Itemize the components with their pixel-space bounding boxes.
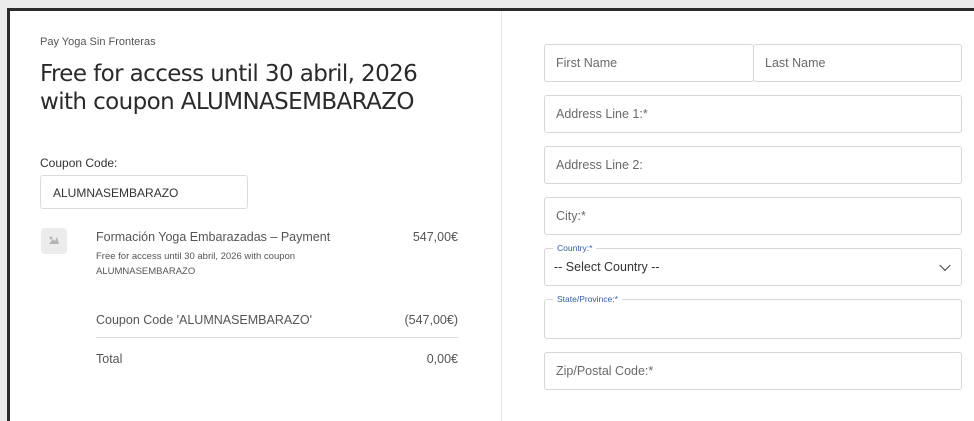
product-name: Formación Yoga Embarazadas – Payment (96, 230, 331, 244)
last-name-placeholder: Last Name (765, 56, 826, 70)
product-placeholder-icon (41, 228, 67, 254)
first-name-field[interactable]: First Name (544, 44, 754, 82)
coupon-discount-label: Coupon Code 'ALUMNASEMBARAZO' (96, 313, 312, 327)
zip-postal-field[interactable]: Zip/Postal Code:* (544, 352, 962, 390)
order-summary: Pay Yoga Sin Fronteras Free for access u… (40, 36, 470, 366)
total-value: 0,00€ (426, 352, 458, 366)
coupon-label: Coupon Code: (40, 156, 118, 170)
country-label: Country:* (553, 242, 597, 254)
product-description: Free for access until 30 abril, 2026 wit… (96, 251, 296, 277)
address-line2-field[interactable]: Address Line 2: (544, 146, 962, 184)
first-name-placeholder: First Name (556, 56, 618, 70)
city-placeholder: City:* (556, 209, 586, 223)
product-price: 547,00€ (412, 230, 458, 244)
address-line1-placeholder: Address Line 1:* (556, 107, 648, 121)
state-province-label: State/Province:* (553, 293, 622, 305)
page-title: Free for access until 30 abril, 2026 wit… (40, 61, 418, 115)
last-name-field[interactable]: Last Name (753, 44, 962, 82)
coupon-discount-value: (547,00€) (404, 313, 458, 327)
product-placeholder-icon-svg (49, 236, 59, 244)
summary-divider (96, 337, 458, 338)
country-select[interactable]: Country:* -- Select Country -- (544, 242, 962, 286)
store-name: Pay Yoga Sin Fronteras (40, 36, 156, 48)
total-label: Total (96, 352, 123, 366)
coupon-input[interactable]: ALUMNASEMBARAZO (40, 175, 248, 209)
zip-postal-placeholder: Zip/Postal Code:* (556, 364, 654, 378)
address-line1-field[interactable]: Address Line 1:* (544, 95, 962, 133)
city-field[interactable]: City:* (544, 197, 962, 235)
country-selected-value: -- Select Country -- (554, 260, 660, 274)
state-province-field[interactable]: State/Province:* (544, 293, 962, 339)
chevron-down-icon[interactable] (939, 259, 951, 272)
address-line2-placeholder: Address Line 2: (556, 158, 643, 172)
column-divider (501, 11, 502, 421)
